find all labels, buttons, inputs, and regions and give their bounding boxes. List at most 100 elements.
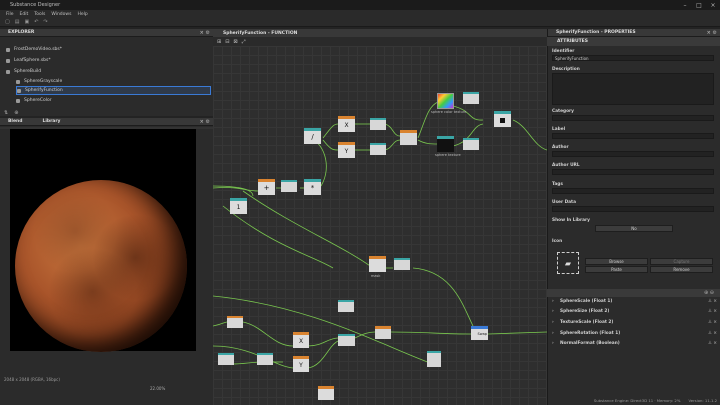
function-node[interactable]: [463, 92, 479, 104]
input-actions-icon[interactable]: ⚓ ×: [708, 331, 717, 336]
zoom-icon[interactable]: ⤢: [242, 39, 246, 45]
tree-item[interactable]: FrostDemoVideo.sbs*: [6, 45, 62, 54]
function-node[interactable]: [463, 138, 479, 150]
sphere-texture-node[interactable]: [437, 93, 454, 109]
function-node[interactable]: [218, 353, 234, 365]
function-node[interactable]: [318, 386, 334, 400]
author-url-field[interactable]: [552, 169, 714, 175]
menu-edit[interactable]: Edit: [20, 12, 29, 17]
add-input-icon[interactable]: ⊕ ⊖: [704, 290, 714, 296]
panel-close-icon[interactable]: × ⚙: [707, 30, 717, 36]
expand-icon[interactable]: ›: [552, 331, 560, 336]
viewer-tab-library[interactable]: Library: [42, 119, 60, 124]
function-node[interactable]: [338, 334, 355, 346]
input-row[interactable]: › SphereScale (Float 1) ⚓ ×: [552, 297, 717, 306]
y-node[interactable]: Y: [338, 142, 355, 158]
vector-node[interactable]: [375, 326, 391, 339]
y-node[interactable]: Y: [293, 356, 309, 372]
plus-node[interactable]: +: [258, 179, 275, 195]
author-label: Author: [552, 145, 569, 150]
category-field[interactable]: [552, 115, 714, 121]
input-row[interactable]: › SphereSize (Float 2) ⚓ ×: [552, 307, 717, 316]
expand-icon[interactable]: ›: [552, 309, 560, 314]
function-node[interactable]: [427, 351, 441, 367]
input-row[interactable]: › NormalFormat (Boolean) ⚓ ×: [552, 339, 717, 348]
expand-icon[interactable]: ›: [552, 320, 560, 325]
save-icon[interactable]: ▣: [24, 19, 29, 25]
expand-icon[interactable]: ›: [552, 299, 560, 304]
constant-node[interactable]: 1: [230, 198, 247, 214]
graph-icon: [16, 79, 20, 84]
version-label: Version: 11.1.2: [688, 397, 717, 403]
user-data-field[interactable]: [552, 206, 714, 212]
input-actions-icon[interactable]: ⚓ ×: [708, 341, 717, 346]
open-file-icon[interactable]: ▤: [15, 19, 20, 25]
function-node[interactable]: [338, 300, 354, 312]
tree-item[interactable]: LeafSphere.sbs*: [6, 56, 51, 65]
add-icon[interactable]: ⇅: [4, 110, 8, 116]
menu-help[interactable]: Help: [77, 12, 87, 17]
vector-node[interactable]: [400, 130, 417, 145]
function-node[interactable]: [281, 180, 297, 192]
icon-preview[interactable]: ▰: [557, 252, 579, 274]
attributes-section-header[interactable]: ATTRIBUTES: [547, 37, 720, 46]
graph-canvas[interactable]: / X Y sphere color texture sphere textur…: [213, 46, 547, 405]
frame-icon[interactable]: ⊞: [217, 39, 221, 45]
redo-icon[interactable]: ↷: [43, 19, 47, 25]
tree-item-label: LeafSphere.sbs*: [14, 58, 51, 63]
expand-icon[interactable]: ›: [552, 341, 560, 346]
input-actions-icon[interactable]: ⚓ ×: [708, 320, 717, 325]
sample-node[interactable]: [437, 136, 454, 152]
menu-windows[interactable]: Windows: [51, 12, 71, 17]
function-node[interactable]: [370, 118, 386, 130]
input-row[interactable]: › SphereRotation (Float 1) ⚓ ×: [552, 329, 717, 338]
grid-icon[interactable]: ⊟: [225, 39, 229, 45]
input-row[interactable]: › TextureScale (Float 2) ⚓ ×: [552, 318, 717, 327]
author-field[interactable]: [552, 151, 714, 157]
tags-field[interactable]: [552, 188, 714, 194]
multiply-node[interactable]: *: [304, 179, 321, 195]
swap-node[interactable]: Swap: [471, 326, 488, 340]
show-in-library-dropdown[interactable]: No: [595, 225, 673, 232]
identifier-field[interactable]: SpherifyFunction: [552, 55, 714, 61]
tree-item[interactable]: SphereBuild: [6, 67, 41, 76]
function-node[interactable]: [394, 258, 410, 270]
description-field[interactable]: [552, 73, 714, 105]
output-node[interactable]: [494, 111, 511, 127]
input-actions-icon[interactable]: ⚓ ×: [708, 299, 717, 304]
input-actions-icon[interactable]: ⚓ ×: [708, 309, 717, 314]
graph-title: SpherifyFunction - FUNCTION: [223, 30, 298, 36]
tree-item[interactable]: SphereGrayscale: [16, 77, 62, 86]
new-graph-icon[interactable]: ⊕: [14, 110, 18, 116]
new-file-icon[interactable]: ▢: [5, 19, 10, 25]
tree-item[interactable]: SphereColor: [16, 96, 52, 105]
zoom-level[interactable]: 22.00%: [150, 386, 165, 391]
function-node[interactable]: [370, 143, 386, 155]
panel-close-icon[interactable]: × ⚙: [200, 119, 210, 125]
maximize-icon[interactable]: □: [692, 2, 706, 9]
menu-tools[interactable]: Tools: [34, 12, 45, 17]
panel-close-icon[interactable]: × ⚙: [200, 30, 210, 36]
function-node[interactable]: [227, 316, 243, 328]
menu-file[interactable]: File: [6, 12, 14, 17]
paste-button[interactable]: Paste: [585, 266, 648, 273]
browse-button[interactable]: Browse: [585, 258, 648, 265]
viewer-tab-blend[interactable]: Blend: [8, 119, 22, 124]
swizzle-node[interactable]: [369, 256, 386, 272]
function-node[interactable]: [257, 353, 273, 365]
author-url-label: Author URL: [552, 163, 580, 168]
tree-item-selected[interactable]: SpherifyFunction: [16, 86, 211, 95]
attributes-title: ATTRIBUTES: [557, 39, 588, 44]
close-icon[interactable]: ×: [706, 2, 720, 9]
x-node[interactable]: X: [293, 332, 309, 348]
node-symbol: X: [344, 122, 349, 129]
align-icon[interactable]: ⊠: [233, 39, 237, 45]
remove-button[interactable]: Remove: [650, 266, 713, 273]
capture-button[interactable]: Capture: [650, 258, 713, 265]
node-caption: Swap: [477, 332, 487, 336]
undo-icon[interactable]: ↶: [34, 19, 38, 25]
divide-node[interactable]: /: [304, 128, 321, 144]
minimize-icon[interactable]: –: [678, 2, 692, 9]
x-node[interactable]: X: [338, 116, 355, 132]
label-field[interactable]: [552, 133, 714, 139]
